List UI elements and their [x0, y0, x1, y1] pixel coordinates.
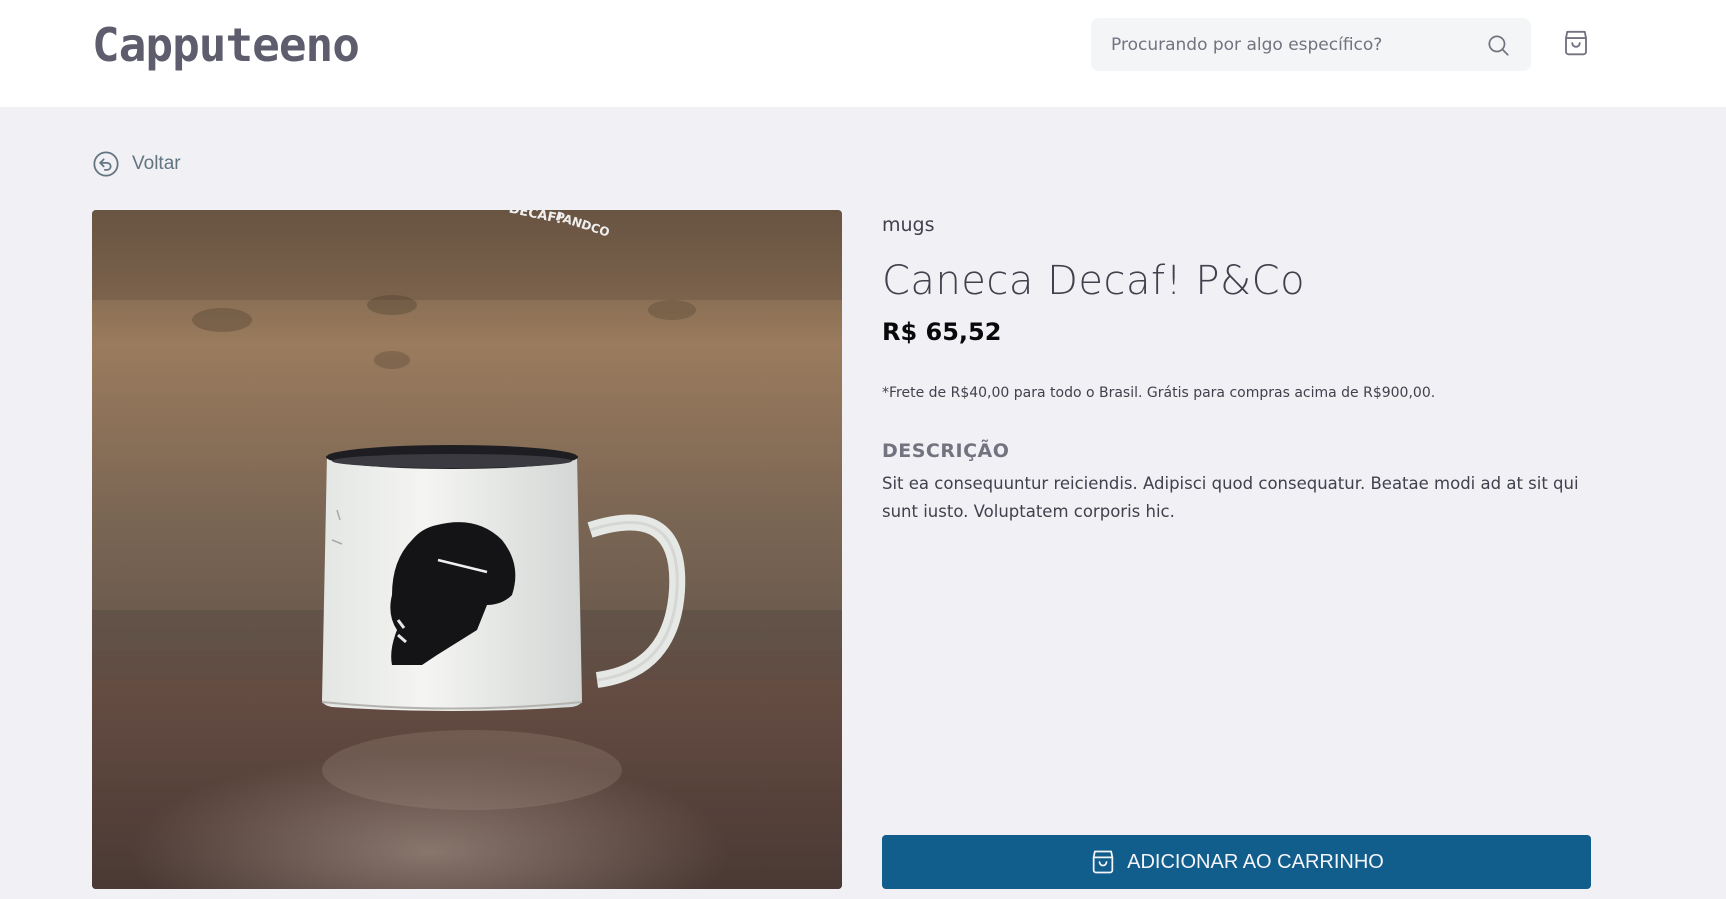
search-bar[interactable]: [1091, 18, 1531, 71]
back-label: Voltar: [132, 153, 181, 174]
product-category: mugs: [882, 214, 935, 236]
cart-icon[interactable]: [1561, 28, 1591, 58]
description-text: Sit ea consequuntur reiciendis. Adipisci…: [882, 474, 1579, 521]
product-name: Caneca Decaf! P&Co: [882, 258, 1306, 304]
mug-photo: DECAF! PANDCO: [92, 210, 842, 889]
search-input[interactable]: [1111, 34, 1477, 55]
shopping-bag-icon: [1092, 850, 1114, 874]
logo[interactable]: Capputeeno: [92, 18, 360, 72]
back-link[interactable]: Voltar: [92, 150, 181, 178]
add-to-cart-label: ADICIONAR AO CARRINHO: [1127, 850, 1384, 873]
description-title: DESCRIÇÃO: [882, 440, 1010, 462]
search-icon[interactable]: [1485, 32, 1511, 58]
back-arrow-circle-icon: [93, 151, 119, 177]
product-image: DECAF! PANDCO: [92, 210, 842, 889]
add-to-cart-button[interactable]: ADICIONAR AO CARRINHO: [882, 835, 1591, 889]
top-header: Capputeeno: [0, 0, 1726, 107]
product-price: R$ 65,52: [882, 318, 1002, 346]
shipping-note: *Frete de R$40,00 para todo o Brasil. Gr…: [882, 385, 1436, 401]
